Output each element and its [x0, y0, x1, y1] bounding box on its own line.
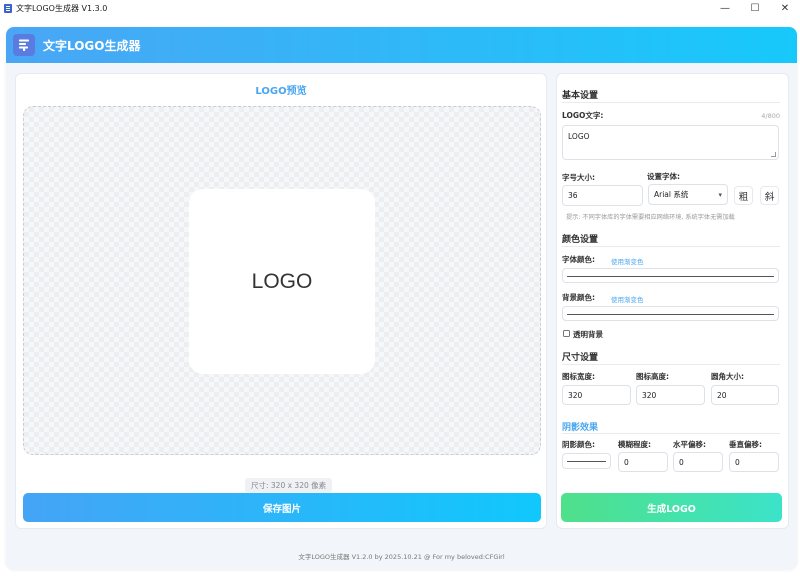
- font-size-value: 36: [568, 191, 578, 200]
- preview-canvas-area: LOGO: [23, 106, 541, 455]
- icon-width-input[interactable]: 320: [562, 385, 631, 405]
- shadow-offset-y-input[interactable]: 0: [729, 452, 779, 472]
- window-title: 文字LOGO生成器 V1.3.0: [16, 4, 108, 13]
- shadow-blur-label: 模糊程度:: [618, 440, 651, 449]
- app-header: 文字LOGO生成器: [6, 27, 797, 63]
- shadow-offset-y-label: 垂直偏移:: [729, 440, 762, 449]
- chevron-down-icon: ▾: [718, 190, 722, 199]
- window-titlebar: 文字LOGO生成器 V1.3.0 — ☐ ✕: [0, 0, 800, 17]
- shadow-offset-x-value: 0: [679, 457, 684, 467]
- shadow-offset-y-value: 0: [735, 457, 740, 467]
- divider: [562, 433, 780, 434]
- font-size-label: 字号大小:: [562, 173, 595, 182]
- icon-width-value: 320: [568, 390, 583, 400]
- size-caption: 尺寸: 320 x 320 像素: [245, 478, 333, 493]
- transparent-bg-checkbox[interactable]: [563, 330, 570, 337]
- logo-text-input[interactable]: LOGO: [562, 125, 779, 160]
- shadow-color-label: 阴影颜色:: [562, 440, 595, 449]
- italic-button[interactable]: 斜: [760, 186, 779, 205]
- icon-height-value: 320: [642, 390, 657, 400]
- bg-color-swatch: [567, 313, 774, 315]
- divider: [562, 246, 780, 247]
- shadow-offset-x-input[interactable]: 0: [673, 452, 723, 472]
- basic-settings-title: 基本设置: [562, 91, 599, 101]
- icon-width-label: 图标宽度:: [562, 372, 595, 381]
- size-settings-title: 尺寸设置: [562, 353, 599, 363]
- window-controls: — ☐ ✕: [710, 0, 800, 17]
- shadow-color-swatch: [567, 461, 606, 462]
- close-button[interactable]: ✕: [770, 0, 800, 17]
- preview-panel: LOGO预览 LOGO 尺寸: 320 x 320 像素 保存图片: [15, 73, 547, 529]
- bg-color-picker[interactable]: [562, 306, 779, 321]
- corner-radius-label: 圆角大小:: [711, 372, 744, 381]
- maximize-button[interactable]: ☐: [740, 0, 770, 17]
- settings-panel: 基本设置 LOGO文字: 4/800 LOGO 字号大小: 设置字体: 36 A…: [556, 73, 789, 529]
- logo-text-label: LOGO文字:: [562, 111, 604, 120]
- save-image-button[interactable]: 保存图片: [23, 493, 541, 522]
- font-color-swatch: [567, 275, 774, 277]
- bold-button[interactable]: 粗: [734, 186, 753, 205]
- app-frame: 文字LOGO生成器 LOGO预览 LOGO 尺寸: 320 x 320 像素 保…: [6, 27, 797, 570]
- font-family-label: 设置字体:: [647, 172, 680, 181]
- color-settings-title: 颜色设置: [562, 235, 599, 245]
- icon-height-label: 图标高度:: [636, 372, 669, 381]
- footer: 文字LOGO生成器 V1.2.0 by 2025.10.21 @ For my …: [298, 552, 505, 561]
- shadow-blur-value: 0: [624, 457, 629, 467]
- bg-gradient-link[interactable]: 使用渐变色: [611, 294, 644, 304]
- font-hint: 提示: 不同字体库的字体需要相应网络环境, 系统字体无需加载: [566, 214, 735, 221]
- shadow-offset-x-label: 水平偏移:: [673, 440, 706, 449]
- corner-radius-value: 20: [717, 390, 727, 400]
- font-color-picker[interactable]: [562, 268, 779, 283]
- font-color-label: 字体颜色:: [562, 255, 595, 264]
- app-title: 文字LOGO生成器: [43, 38, 141, 53]
- font-gradient-link[interactable]: 使用渐变色: [611, 256, 644, 266]
- divider: [562, 364, 780, 365]
- logo-text-value: LOGO: [568, 132, 590, 141]
- corner-radius-input[interactable]: 20: [711, 385, 779, 405]
- shadow-blur-input[interactable]: 0: [618, 452, 668, 472]
- minimize-button[interactable]: —: [710, 0, 740, 17]
- resize-grip-icon[interactable]: [771, 152, 776, 157]
- font-size-input[interactable]: 36: [562, 185, 643, 206]
- icon-height-input[interactable]: 320: [636, 385, 705, 405]
- char-counter: 4/800: [761, 112, 780, 120]
- font-family-value: Arial 系统: [654, 190, 689, 199]
- shadow-color-picker[interactable]: [562, 453, 611, 469]
- app-icon: [4, 4, 12, 13]
- shadow-settings-title: 阴影效果: [562, 423, 599, 433]
- divider: [562, 102, 780, 103]
- logo-preview: LOGO: [189, 189, 375, 374]
- bg-color-label: 背景颜色:: [562, 293, 595, 302]
- text-logo-icon: [13, 34, 35, 56]
- generate-logo-button[interactable]: 生成LOGO: [561, 493, 782, 522]
- font-family-select[interactable]: Arial 系统 ▾: [648, 184, 728, 205]
- preview-title: LOGO预览: [255, 86, 307, 97]
- transparent-bg-label: 透明背景: [573, 330, 603, 339]
